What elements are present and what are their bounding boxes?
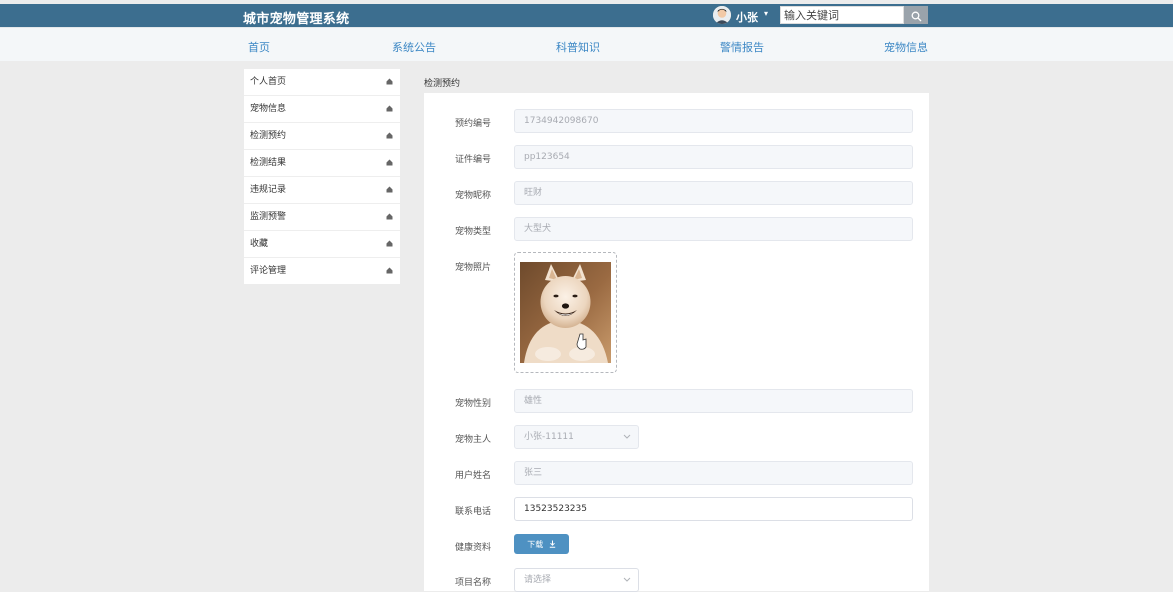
username[interactable]: 小张 (736, 9, 758, 25)
booking-no-field[interactable]: 1734942098670 (514, 109, 913, 133)
user-avatar[interactable] (713, 6, 731, 24)
app-title: 城市宠物管理系统 (243, 12, 350, 27)
search-icon (911, 11, 921, 22)
download-button[interactable]: 下载 (514, 534, 569, 554)
sidebar-item-label: 评论管理 (250, 266, 287, 276)
sidebar-item-pet-info[interactable]: 宠物信息 (244, 96, 400, 123)
chevron-down-icon (623, 434, 631, 439)
main-nav: 首页 系统公告 科普知识 警情报告 宠物信息 (0, 27, 1173, 61)
sidebar-item-results[interactable]: 检测结果 (244, 150, 400, 177)
home-icon (386, 105, 393, 112)
user-name-field[interactable]: 张三 (514, 461, 913, 485)
search-button[interactable] (904, 6, 928, 24)
sidebar-item-label: 监测预警 (250, 212, 287, 222)
project-select[interactable]: 请选择 (514, 568, 639, 592)
sidebar-item-favorites[interactable]: 收藏 (244, 231, 400, 258)
pet-gender-field[interactable]: 雄性 (514, 389, 913, 413)
caret-down-icon[interactable]: ▾ (764, 9, 768, 18)
home-icon (386, 213, 393, 220)
sidebar-item-label: 收藏 (250, 239, 269, 249)
sidebar-item-label: 个人首页 (250, 77, 287, 87)
home-icon (386, 186, 393, 193)
phone-input[interactable]: 13523523235 (514, 497, 913, 521)
download-button-label: 下载 (527, 539, 544, 549)
search-input[interactable] (780, 6, 904, 24)
pet-gender-label: 宠物性别 (455, 399, 492, 409)
sidebar-item-comments[interactable]: 评论管理 (244, 258, 400, 284)
home-icon (386, 267, 393, 274)
sidebar-item-label: 检测结果 (250, 158, 287, 168)
nav-announcements[interactable]: 系统公告 (392, 39, 436, 55)
pet-photo-image[interactable] (520, 262, 611, 363)
nav-home[interactable]: 首页 (248, 39, 270, 55)
project-label: 项目名称 (455, 578, 492, 588)
nav-alerts[interactable]: 警情报告 (720, 39, 764, 55)
user-name-label: 用户姓名 (455, 471, 492, 481)
phone-label: 联系电话 (455, 507, 492, 517)
pet-name-label: 宠物昵称 (455, 191, 492, 201)
pet-photo-label: 宠物照片 (455, 263, 492, 273)
chevron-down-icon (623, 577, 631, 582)
cert-no-field[interactable]: pp123654 (514, 145, 913, 169)
sidebar-item-booking[interactable]: 检测预约 (244, 123, 400, 150)
pet-owner-value: 小张-11111 (524, 432, 574, 442)
pet-type-label: 宠物类型 (455, 227, 492, 237)
sidebar-item-home[interactable]: 个人首页 (244, 69, 400, 96)
health-label: 健康资料 (455, 543, 492, 553)
sidebar-item-violations[interactable]: 违规记录 (244, 177, 400, 204)
cert-no-label: 证件编号 (455, 155, 492, 165)
pet-photo-upload[interactable] (514, 252, 617, 373)
download-icon (549, 540, 555, 548)
pet-owner-label: 宠物主人 (455, 435, 492, 445)
home-icon (386, 159, 393, 166)
project-placeholder: 请选择 (524, 575, 552, 585)
sidebar-item-label: 违规记录 (250, 185, 287, 195)
sidebar: 个人首页 宠物信息 检测预约 检测结果 违规记录 监测预警 收藏 评论管理 (244, 69, 400, 284)
sidebar-item-warnings[interactable]: 监测预警 (244, 204, 400, 231)
home-icon (386, 240, 393, 247)
nav-science[interactable]: 科普知识 (556, 39, 600, 55)
sidebar-item-label: 检测预约 (250, 131, 287, 141)
page-title: 检测预约 (424, 79, 461, 89)
home-icon (386, 132, 393, 139)
sidebar-item-label: 宠物信息 (250, 104, 287, 114)
booking-no-label: 预约编号 (455, 119, 492, 129)
nav-pet-info[interactable]: 宠物信息 (884, 39, 928, 55)
pet-owner-select[interactable]: 小张-11111 (514, 425, 639, 449)
top-header: 城市宠物管理系统 小张 ▾ (0, 4, 1173, 27)
pet-name-field[interactable]: 旺财 (514, 181, 913, 205)
pet-type-field[interactable]: 大型犬 (514, 217, 913, 241)
home-icon (386, 78, 393, 85)
